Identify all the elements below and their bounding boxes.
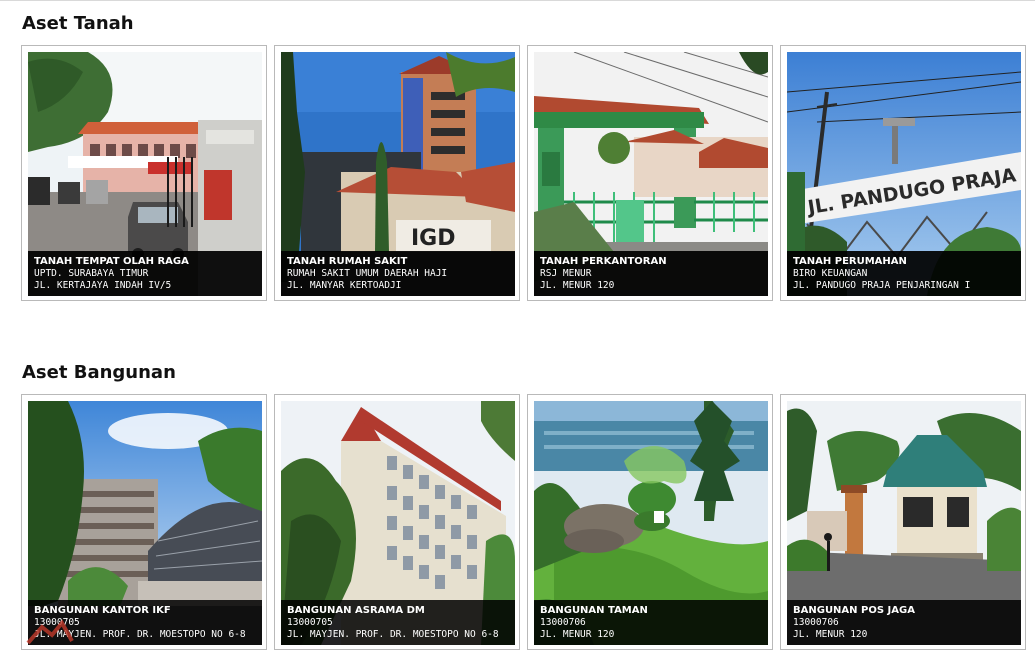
asset-title: TANAH PERUMAHAN: [793, 256, 907, 267]
asset-address: JL. KERTAJAYA INDAH IV/5: [34, 279, 172, 291]
asset-card-bangunan-kantor-ikf[interactable]: BANGUNAN KANTOR IKF 13000705 JL. MAYJEN.…: [21, 394, 267, 650]
asset-photo-garden[interactable]: BANGUNAN TAMAN 13000706 JL. MENUR 120: [534, 401, 768, 645]
asset-photo-hospital[interactable]: IGD TANAH RUMAH SAKIT RUMAH SAKIT UMUM D…: [281, 52, 515, 296]
asset-owner: RUMAH SAKIT UMUM DAERAH HAJI: [287, 268, 448, 279]
asset-card-bangunan-taman[interactable]: BANGUNAN TAMAN 13000706 JL. MENUR 120: [527, 394, 773, 650]
asset-title: BANGUNAN ASRAMA DM: [287, 605, 425, 616]
asset-address: JL. MAYJEN. PROF. DR. MOESTOPO NO 6-8: [287, 628, 499, 640]
asset-caption: TANAH PERUMAHAN BIRO KEUANGAN JL. PANDUG…: [787, 251, 1021, 296]
asset-caption: TANAH TEMPAT OLAH RAGA UPTD. SURABAYA TI…: [28, 251, 262, 296]
asset-caption: BANGUNAN ASRAMA DM 13000705 JL. MAYJEN. …: [281, 600, 515, 645]
asset-photo-street-sign[interactable]: JL. PANDUGO PRAJA I TANAH PERUMAHAN BIRO…: [787, 52, 1021, 296]
asset-photo-office-gate[interactable]: TANAH PERKANTORAN RSJ MENUR JL. MENUR 12…: [534, 52, 768, 296]
asset-gallery-page: Aset Tanah TANAH TEMPAT OLAH RAGA UPTD. …: [0, 0, 1035, 670]
asset-title: TANAH PERKANTORAN: [540, 256, 667, 267]
asset-card-bangunan-pos-jaga[interactable]: BANGUNAN POS JAGA 13000706 JL. MENUR 120: [780, 394, 1026, 650]
asset-card-tanah-rumah-sakit[interactable]: IGD TANAH RUMAH SAKIT RUMAH SAKIT UMUM D…: [274, 45, 520, 301]
asset-address: JL. PANDUGO PRAJA PENJARINGAN I: [793, 279, 971, 291]
asset-photo-dormitory[interactable]: BANGUNAN ASRAMA DM 13000705 JL. MAYJEN. …: [281, 401, 515, 645]
asset-title: TANAH TEMPAT OLAH RAGA: [34, 256, 189, 267]
asset-owner: UPTD. SURABAYA TIMUR: [34, 268, 149, 279]
asset-caption: TANAH RUMAH SAKIT RUMAH SAKIT UMUM DAERA…: [281, 251, 515, 296]
asset-address: JL. MENUR 120: [540, 628, 615, 640]
aset-bangunan-grid: BANGUNAN KANTOR IKF 13000705 JL. MAYJEN.…: [21, 394, 1031, 652]
igd-sign-text: IGD: [411, 226, 456, 251]
asset-photo-office-building[interactable]: BANGUNAN KANTOR IKF 13000705 JL. MAYJEN.…: [28, 401, 262, 645]
asset-caption: TANAH PERKANTORAN RSJ MENUR JL. MENUR 12…: [534, 251, 768, 296]
asset-code: 13000706: [793, 617, 839, 628]
red-watermark-icon: [26, 619, 74, 645]
asset-title: BANGUNAN POS JAGA: [793, 605, 915, 616]
asset-code: 13000705: [287, 617, 333, 628]
section-title-aset-tanah: Aset Tanah: [22, 13, 134, 34]
asset-card-tanah-olah-raga[interactable]: TANAH TEMPAT OLAH RAGA UPTD. SURABAYA TI…: [21, 45, 267, 301]
asset-owner: RSJ MENUR: [540, 268, 592, 279]
section-title-aset-bangunan: Aset Bangunan: [22, 362, 176, 383]
aset-tanah-grid: TANAH TEMPAT OLAH RAGA UPTD. SURABAYA TI…: [21, 45, 1031, 303]
asset-owner: BIRO KEUANGAN: [793, 268, 868, 279]
asset-photo-sports-building[interactable]: TANAH TEMPAT OLAH RAGA UPTD. SURABAYA TI…: [28, 52, 262, 296]
asset-card-bangunan-asrama-dm[interactable]: BANGUNAN ASRAMA DM 13000705 JL. MAYJEN. …: [274, 394, 520, 650]
asset-card-tanah-perumahan[interactable]: JL. PANDUGO PRAJA I TANAH PERUMAHAN BIRO…: [780, 45, 1026, 301]
asset-caption: BANGUNAN POS JAGA 13000706 JL. MENUR 120: [787, 600, 1021, 645]
asset-title: TANAH RUMAH SAKIT: [287, 256, 408, 267]
asset-code: 13000706: [540, 617, 586, 628]
asset-photo-guard-post[interactable]: BANGUNAN POS JAGA 13000706 JL. MENUR 120: [787, 401, 1021, 645]
asset-caption: BANGUNAN TAMAN 13000706 JL. MENUR 120: [534, 600, 768, 645]
asset-card-tanah-perkantoran[interactable]: TANAH PERKANTORAN RSJ MENUR JL. MENUR 12…: [527, 45, 773, 301]
asset-address: JL. MANYAR KERTOADJI: [287, 279, 402, 291]
asset-title: BANGUNAN TAMAN: [540, 605, 648, 616]
top-divider: [0, 0, 1035, 1]
asset-address: JL. MENUR 120: [793, 628, 868, 640]
asset-address: JL. MENUR 120: [540, 279, 615, 291]
